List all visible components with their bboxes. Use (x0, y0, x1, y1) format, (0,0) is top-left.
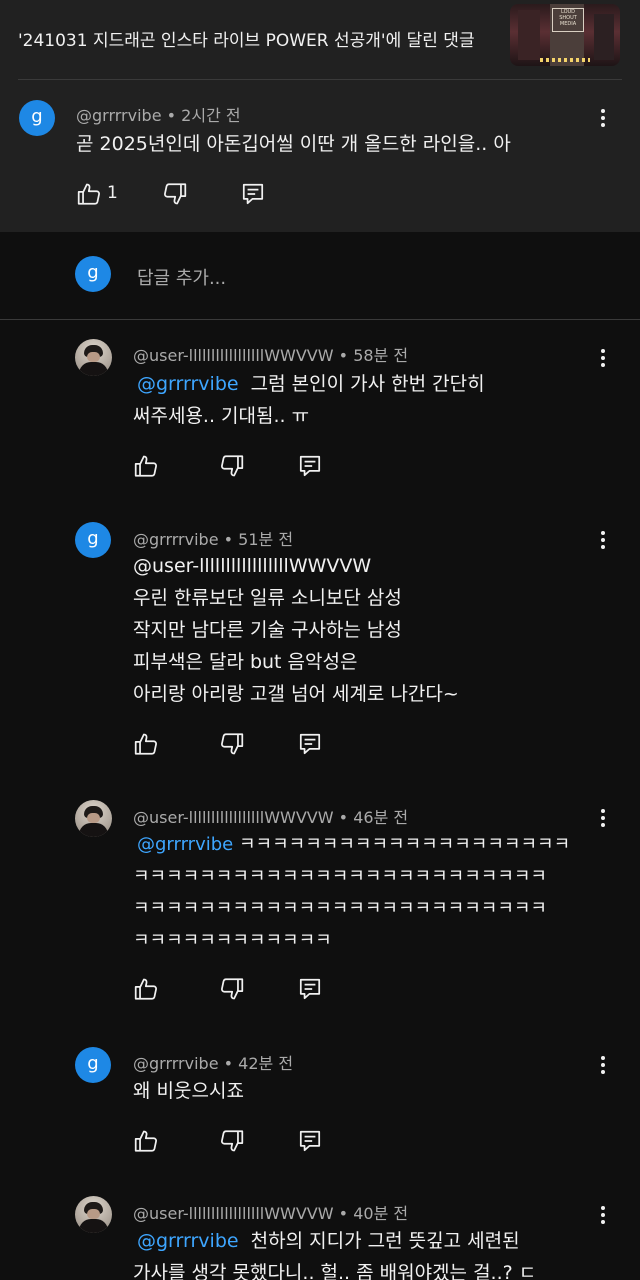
more-vert-icon[interactable] (593, 805, 613, 831)
comment-author[interactable]: @grrrrvibe (133, 530, 219, 549)
meta-separator: • (338, 808, 349, 827)
comment-actions (133, 1128, 333, 1158)
avatar[interactable] (75, 800, 112, 837)
thumbs-up-icon[interactable] (76, 181, 104, 209)
more-vert-icon[interactable] (593, 345, 613, 371)
thumbs-down-icon[interactable] (219, 731, 247, 759)
comment-text: ㅋㅋㅋㅋㅋㅋㅋㅋㅋㅋㅋㅋㅋㅋㅋㅋㅋㅋㅋㅋㅋㅋㅋㅋㅋ ㅋㅋㅋㅋㅋㅋㅋㅋㅋㅋㅋㅋㅋㅋ… (133, 866, 547, 951)
meta-separator: • (223, 530, 234, 549)
mention-link[interactable]: @grrrrvibe (137, 1230, 239, 1252)
reply-comment-icon[interactable] (297, 1128, 325, 1156)
thumbnail-building (594, 14, 614, 60)
comment-thread-page: '241031 지드래곤 인스타 라이브 POWER 선공개'에 달린 댓글 L… (0, 0, 640, 1280)
avatar: g (75, 256, 111, 292)
meta-separator: • (223, 1054, 234, 1073)
reply-comment: @user-lllllllllllllllllWWVVW • 58분 전 @gr… (0, 320, 640, 500)
more-vert-icon[interactable] (593, 1052, 613, 1078)
comment-text: 곧 2025년인데 아돈깁어씰 이딴 개 올드한 라인을.. 아 (76, 133, 511, 155)
mention-link[interactable]: @grrrrvibe (137, 373, 239, 395)
comment-text-line: @grrrrvibe ㅋㅋㅋㅋㅋㅋㅋㅋㅋㅋㅋㅋㅋㅋㅋㅋㅋㅋㅋㅋ (137, 829, 570, 861)
thumbs-down-icon[interactable] (219, 453, 247, 481)
thumbnail-building (518, 10, 540, 60)
comment-text: 천하의 지디가 그런 뜻깊고 세련된 (250, 1230, 520, 1252)
avatar[interactable]: g (75, 522, 111, 558)
comment-author[interactable]: @user-lllllllllllllllllWWVVW (133, 1204, 334, 1223)
comment-author[interactable]: @user-lllllllllllllllllWWVVW (133, 346, 334, 365)
comment-meta: @user-lllllllllllllllllWWVVW • 40분 전 (133, 1200, 408, 1224)
comment-time: 51분 전 (238, 530, 294, 549)
reply-comment-icon[interactable] (240, 181, 268, 209)
reply-input[interactable]: 답글 추가... (137, 264, 226, 290)
reply-comment: @user-lllllllllllllllllWWVVW • 40분 전 @gr… (0, 1185, 640, 1280)
meta-separator: • (338, 1204, 349, 1223)
comment-text: 가사를 생각 못했다니.. 헐.. 좀 배워야겠는 걸..? ㄷ (133, 1262, 537, 1280)
comment-text: 써주세용.. 기대됨.. ㅠ (133, 405, 310, 427)
video-thumbnail[interactable]: LOUD SHOUT MEDIA (510, 4, 620, 66)
comment-text: ㅋㅋㅋㅋㅋㅋㅋㅋㅋㅋㅋㅋㅋㅋㅋㅋㅋㅋㅋㅋ (238, 834, 571, 855)
like-count: 1 (107, 183, 118, 203)
comment-time: 46분 전 (353, 808, 409, 827)
comment-time: 42분 전 (238, 1054, 294, 1073)
comment-actions (133, 731, 333, 761)
avatar[interactable] (75, 339, 112, 376)
more-vert-icon[interactable] (593, 527, 613, 553)
thumbnail-lights (540, 58, 590, 62)
comment-text-line: @grrrrvibe 천하의 지디가 그런 뜻깊고 세련된 (137, 1225, 520, 1257)
thumbs-down-icon[interactable] (219, 976, 247, 1004)
comment-time: 58분 전 (353, 346, 409, 365)
thumbs-up-icon[interactable] (133, 731, 161, 759)
more-vert-icon[interactable] (593, 105, 613, 131)
reply-comment: g @grrrrvibe • 42분 전 왜 비웃으시죠 (0, 1035, 640, 1185)
thumbs-up-icon[interactable] (133, 976, 161, 1004)
thumbs-down-icon[interactable] (162, 181, 190, 209)
comment-text: 왜 비웃으시죠 (133, 1080, 244, 1102)
comment-author[interactable]: @grrrrvibe (76, 106, 162, 125)
comment-time: 2시간 전 (181, 106, 241, 125)
thumbnail-sign: LOUD SHOUT MEDIA (552, 8, 584, 32)
mention-link[interactable]: @grrrrvibe (137, 834, 233, 855)
avatar[interactable] (75, 1196, 112, 1233)
reply-comment-icon[interactable] (297, 976, 325, 1004)
video-title[interactable]: '241031 지드래곤 인스타 라이브 POWER 선공개'에 달린 댓글 (18, 26, 475, 51)
reply-comment-icon[interactable] (297, 731, 325, 759)
comment-text: @user-lllllllllllllllllWWVVW 우린 한류보단 일류 … (133, 555, 459, 705)
reply-comment: @user-lllllllllllllllllWWVVW • 46분 전 @gr… (0, 785, 640, 1035)
comment-author[interactable]: @grrrrvibe (133, 1054, 219, 1073)
comment-time: 40분 전 (353, 1204, 409, 1223)
comment-actions: 1 (76, 181, 276, 211)
more-vert-icon[interactable] (593, 1202, 613, 1228)
comment-actions (133, 453, 333, 483)
avatar[interactable]: g (75, 1047, 111, 1083)
add-reply-row: g 답글 추가... (0, 232, 640, 318)
reply-comment-icon[interactable] (297, 453, 325, 481)
comment-meta: @grrrrvibe • 2시간 전 (76, 102, 241, 126)
reply-comment: g @grrrrvibe • 51분 전 @user-lllllllllllll… (0, 505, 640, 785)
parent-comment: g @grrrrvibe • 2시간 전 곧 2025년인데 아돈깁어씰 이딴 … (0, 80, 640, 232)
thumbs-down-icon[interactable] (219, 1128, 247, 1156)
comment-actions (133, 976, 333, 1006)
meta-separator: • (338, 346, 349, 365)
comment-meta: @user-lllllllllllllllllWWVVW • 46분 전 (133, 804, 408, 828)
avatar[interactable]: g (19, 100, 55, 136)
comment-text: 그럼 본인이 가사 한번 간단히 (250, 373, 485, 395)
thumbs-up-icon[interactable] (133, 453, 161, 481)
comment-author[interactable]: @user-lllllllllllllllllWWVVW (133, 808, 334, 827)
comment-text-line: @grrrrvibe 그럼 본인이 가사 한번 간단히 (137, 368, 485, 400)
video-header: '241031 지드래곤 인스타 라이브 POWER 선공개'에 달린 댓글 L… (0, 0, 640, 80)
comment-meta: @user-lllllllllllllllllWWVVW • 58분 전 (133, 342, 408, 366)
meta-separator: • (166, 106, 177, 125)
comment-meta: @grrrrvibe • 51분 전 (133, 526, 293, 550)
thumbs-up-icon[interactable] (133, 1128, 161, 1156)
comment-meta: @grrrrvibe • 42분 전 (133, 1050, 293, 1074)
